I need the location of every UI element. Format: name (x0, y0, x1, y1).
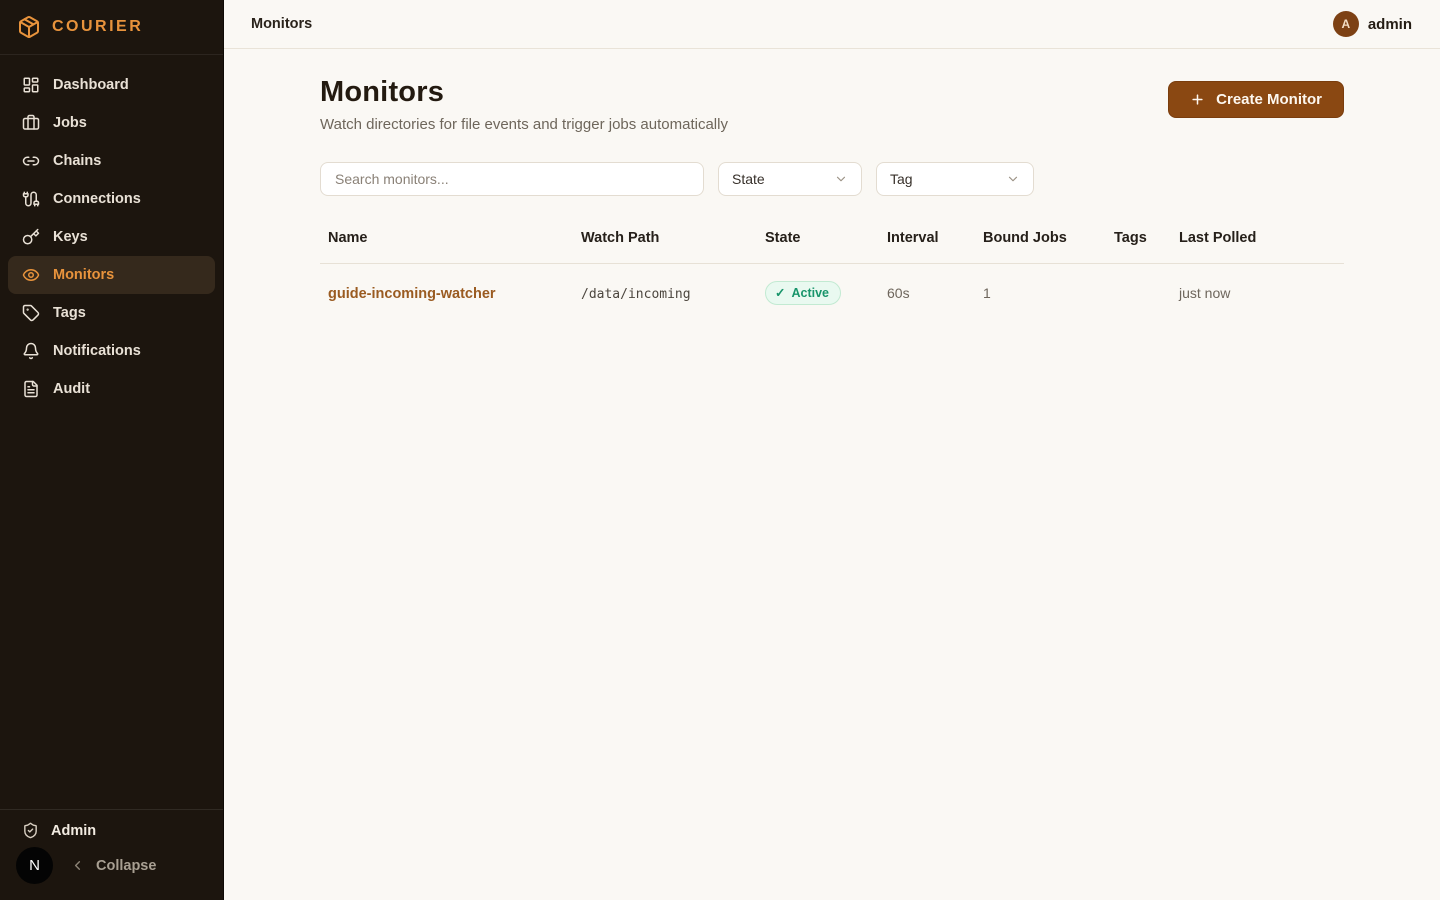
tag-filter-label: Tag (890, 171, 913, 187)
sidebar-item-jobs[interactable]: Jobs (8, 104, 215, 142)
sidebar-item-tags[interactable]: Tags (8, 294, 215, 332)
briefcase-icon (22, 114, 40, 132)
column-header-watch-path: Watch Path (573, 220, 757, 264)
sidebar-item-chains[interactable]: Chains (8, 142, 215, 180)
page-title-block: Monitors Watch directories for file even… (320, 76, 728, 133)
page-title: Monitors (320, 76, 728, 109)
monitors-page: Monitors Watch directories for file even… (224, 49, 1440, 322)
status-badge-label: Active (791, 286, 829, 300)
app-root: COURIER Dashboard Jobs Chains Connection… (0, 0, 1440, 900)
avatar[interactable]: N (16, 847, 53, 884)
sidebar-item-label: Tags (53, 305, 86, 321)
chevron-down-icon (1006, 172, 1020, 186)
chevron-down-icon (834, 172, 848, 186)
sidebar-item-label: Audit (53, 381, 90, 397)
sidebar-item-label: Notifications (53, 343, 141, 359)
collapse-sidebar-button[interactable]: Collapse (70, 858, 156, 874)
sidebar-item-label: Keys (53, 229, 88, 245)
monitors-table: Name Watch Path State Interval Bound Job… (320, 220, 1344, 322)
monitor-interval: 60s (887, 285, 910, 301)
chevron-left-icon (70, 858, 85, 873)
topbar: Monitors A admin (224, 0, 1440, 49)
main-area: Monitors A admin Monitors Watch director… (224, 0, 1440, 900)
app-logo: COURIER (0, 0, 223, 55)
create-monitor-label: Create Monitor (1216, 91, 1322, 108)
tag-icon (22, 304, 40, 322)
sidebar-nav: Dashboard Jobs Chains Connections Keys M… (0, 55, 223, 809)
table-header-row: Name Watch Path State Interval Bound Job… (320, 220, 1344, 264)
monitor-watch-path: /data/incoming (581, 287, 691, 302)
key-icon (22, 228, 40, 246)
bell-icon (22, 342, 40, 360)
state-filter-label: State (732, 171, 765, 187)
filters-bar: State Tag (320, 162, 1344, 196)
link-icon (22, 152, 40, 170)
eye-icon (22, 266, 40, 284)
plus-icon (1190, 92, 1205, 107)
table-row[interactable]: guide-incoming-watcher /data/incoming ✓ … (320, 264, 1344, 323)
tag-filter-select[interactable]: Tag (876, 162, 1034, 196)
column-header-tags: Tags (1106, 220, 1171, 264)
user-menu[interactable]: A admin (1333, 11, 1412, 37)
shield-check-icon (22, 822, 39, 839)
monitor-name-link[interactable]: guide-incoming-watcher (328, 286, 496, 302)
state-filter-select[interactable]: State (718, 162, 862, 196)
sidebar-item-label: Dashboard (53, 77, 129, 93)
create-monitor-button[interactable]: Create Monitor (1168, 81, 1344, 118)
avatar: A (1333, 11, 1359, 37)
sidebar: COURIER Dashboard Jobs Chains Connection… (0, 0, 224, 900)
column-header-name: Name (320, 220, 573, 264)
sidebar-user-row: N Collapse (16, 847, 207, 884)
brand-name: COURIER (52, 18, 143, 36)
sidebar-item-label: Jobs (53, 115, 87, 131)
file-text-icon (22, 380, 40, 398)
sidebar-item-monitors[interactable]: Monitors (8, 256, 215, 294)
check-icon: ✓ (775, 285, 785, 300)
monitor-bound-jobs: 1 (983, 285, 991, 301)
search-input[interactable] (320, 162, 704, 196)
sidebar-item-label: Connections (53, 191, 141, 207)
page-subtitle: Watch directories for file events and tr… (320, 116, 728, 133)
column-header-interval: Interval (879, 220, 975, 264)
column-header-state: State (757, 220, 879, 264)
sidebar-item-label: Monitors (53, 267, 114, 283)
column-header-bound-jobs: Bound Jobs (975, 220, 1106, 264)
status-badge: ✓ Active (765, 281, 841, 305)
column-header-last-polled: Last Polled (1171, 220, 1344, 264)
sidebar-item-connections[interactable]: Connections (8, 180, 215, 218)
cable-icon (22, 190, 40, 208)
breadcrumb: Monitors (251, 16, 312, 32)
dashboard-grid-icon (22, 76, 40, 94)
user-role-label: Admin (51, 823, 96, 839)
package-icon (17, 15, 41, 39)
user-role: Admin (16, 822, 207, 839)
username: admin (1368, 16, 1412, 33)
page-header: Monitors Watch directories for file even… (320, 76, 1344, 133)
sidebar-item-audit[interactable]: Audit (8, 370, 215, 408)
sidebar-footer: Admin N Collapse (0, 809, 223, 900)
monitor-last-polled: just now (1179, 285, 1230, 301)
sidebar-item-dashboard[interactable]: Dashboard (8, 66, 215, 104)
collapse-label: Collapse (96, 858, 156, 874)
sidebar-item-notifications[interactable]: Notifications (8, 332, 215, 370)
sidebar-item-keys[interactable]: Keys (8, 218, 215, 256)
sidebar-item-label: Chains (53, 153, 101, 169)
